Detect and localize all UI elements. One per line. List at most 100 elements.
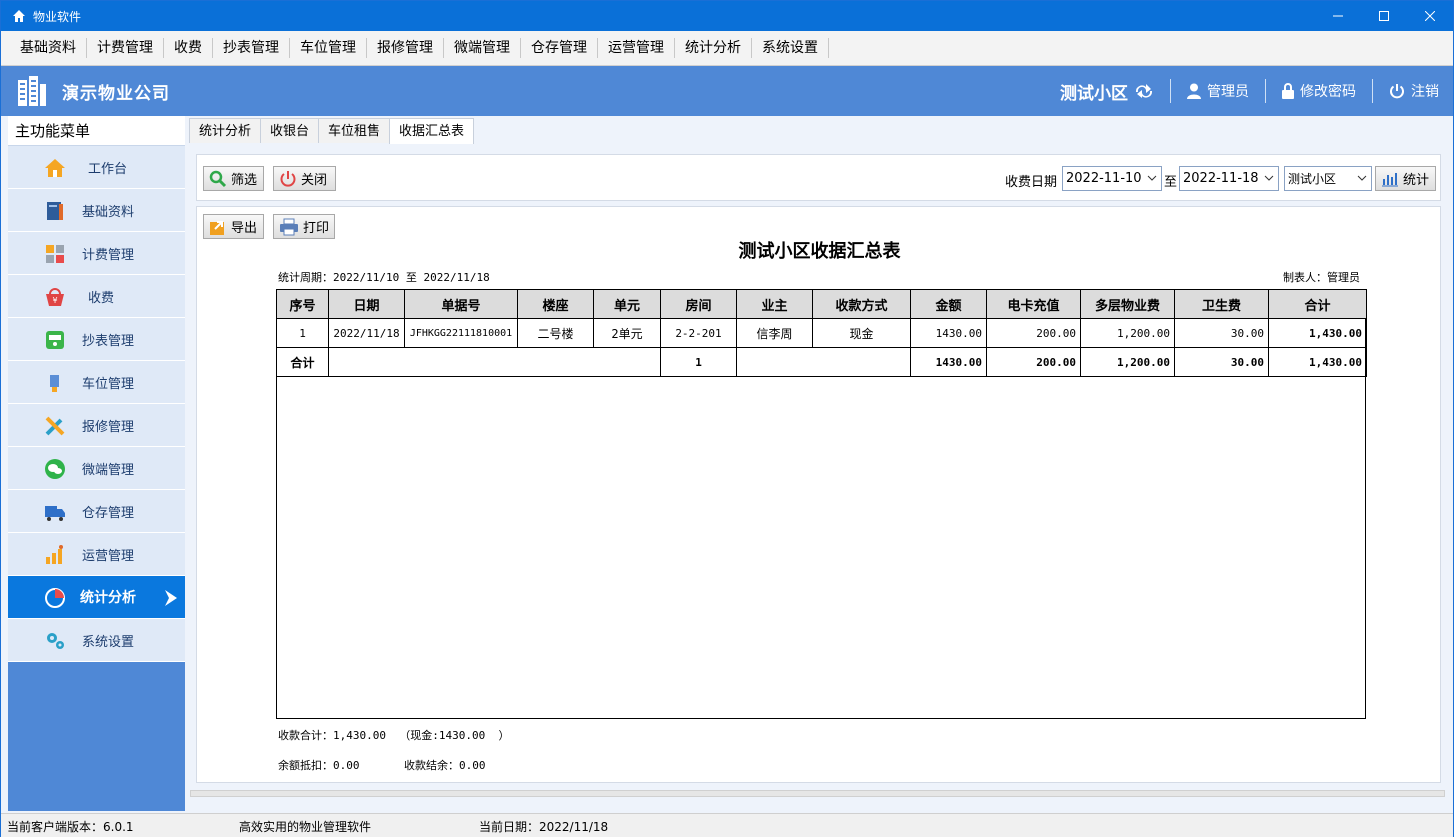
app-window: 物业软件 基础资料 计费管理 收费 抄表管理 车位管理 报修管理 微端管理 仓存… [0,0,1454,837]
sidebar-item-repair[interactable]: 报修管理 [8,404,185,447]
sidebar-item-parking[interactable]: 车位管理 [8,361,185,404]
receipt-table: 序号 日期 单据号 楼座 单元 房间 业主 收款方式 金额 电卡充值 多层物业费… [276,289,1367,377]
filter-button[interactable]: 筛选 [203,166,264,191]
export-label: 导出 [231,221,258,236]
chevron-down-icon [1147,175,1157,181]
tab-strip: 统计分析 收银台 车位租售 收据汇总表 [189,118,475,144]
date-to-value: 2022-11-18 [1183,171,1259,186]
date-to-picker[interactable]: 2022-11-18 [1179,166,1279,191]
sum-empty [328,347,661,377]
tab-receipt-summary[interactable]: 收据汇总表 [389,118,475,144]
col-total: 合计 [1268,289,1367,319]
sidebar-item-operations[interactable]: 运营管理 [8,533,185,576]
col-amount: 金额 [910,289,987,319]
growth-icon [46,545,63,564]
change-password-link[interactable]: 修改密码 [1282,81,1356,101]
table-sum-row: 合计 1 1430.00 200.00 1,200.00 30.00 1,430… [276,347,1367,377]
power-icon [280,170,296,187]
tab-cashier[interactable]: 收银台 [260,118,320,143]
minimize-button[interactable] [1315,1,1361,31]
close-label: 关闭 [301,173,328,188]
menu-item-basic[interactable]: 基础资料 [10,38,87,58]
report-title: 测试小区收据汇总表 [738,241,901,262]
print-button[interactable]: 打印 [273,214,335,239]
community-switch[interactable]: 测试小区 [1060,79,1154,104]
col-doc: 单据号 [404,289,518,319]
sidebar-item-warehouse[interactable]: 仓存管理 [8,490,185,533]
sidebar-item-charge[interactable]: ¥ 收费 [8,275,185,318]
lock-icon [1282,83,1294,99]
menu-item-parking[interactable]: 车位管理 [290,38,367,58]
stats-button[interactable]: 统计 [1375,166,1436,191]
menu-item-settings[interactable]: 系统设置 [752,38,829,58]
switch-arrows-icon [1135,84,1153,98]
sidebar-title: 主功能菜单 [8,116,185,146]
menu-item-meter[interactable]: 抄表管理 [213,38,290,58]
sidebar-item-basic[interactable]: 基础资料 [8,189,185,232]
date-from-picker[interactable]: 2022-11-10 [1062,166,1162,191]
close-button[interactable]: 关闭 [273,166,336,191]
receipt-balance: 收款结余：0.00 [404,759,486,772]
status-bar: 当前客户端版本：6.0.1 高效实用的物业管理软件 当前日期：2022/11/1… [1,813,1453,837]
menu-item-statistics[interactable]: 统计分析 [675,38,752,58]
cell-card: 200.00 [986,318,1081,348]
date-from-value: 2022-11-10 [1066,171,1142,186]
col-method: 收款方式 [812,289,911,319]
user-icon [1187,83,1201,99]
export-button[interactable]: 导出 [203,214,264,239]
tools-icon [45,416,65,436]
sum-count: 1 [660,347,737,377]
close-window-button[interactable] [1407,1,1453,31]
tab-statistics[interactable]: 统计分析 [189,118,262,143]
tab-parking-sales[interactable]: 车位租售 [318,118,391,143]
chevron-right-icon [165,590,177,606]
logout-link[interactable]: 注销 [1389,81,1439,101]
menu-item-warehouse[interactable]: 仓存管理 [521,38,598,58]
filter-label: 筛选 [231,173,258,188]
table-row[interactable]: 1 2022/11/18 JFHKGG22111810001 二号楼 2单元 2… [276,318,1367,348]
menu-item-charge[interactable]: 收费 [164,38,213,58]
report-maker: 制表人：管理员 [1283,271,1360,284]
bar-chart-icon [1382,172,1398,186]
col-sanitation: 卫生费 [1174,289,1269,319]
date-label: 收费日期 [1005,175,1058,190]
current-date: 当前日期：2022/11/18 [479,820,609,834]
printer-icon [280,218,298,235]
menu-item-operations[interactable]: 运营管理 [598,38,675,58]
menu-item-billing[interactable]: 计费管理 [87,38,164,58]
menu-bar: 基础资料 计费管理 收费 抄表管理 车位管理 报修管理 微端管理 仓存管理 运营… [1,31,1453,66]
sidebar-item-micro[interactable]: 微端管理 [8,447,185,490]
basket-icon: ¥ [46,288,64,306]
sidebar-item-workbench[interactable]: 工作台 [8,146,185,189]
meter-icon [46,331,64,349]
col-room: 房间 [660,289,737,319]
community-select[interactable]: 测试小区 [1284,166,1372,191]
search-icon [209,170,227,187]
company-name: 演示物业公司 [62,83,170,104]
pie-chart-icon [45,588,65,608]
maximize-icon [1379,11,1389,21]
app-header: 演示物业公司 测试小区 管理员 修改密码 注销 [1,66,1453,116]
sum-total: 1,430.00 [1268,347,1367,377]
maximize-button[interactable] [1361,1,1407,31]
col-building: 楼座 [517,289,594,319]
cell-amount: 1430.00 [910,318,987,348]
community-name: 测试小区 [1060,83,1128,104]
sidebar: 主功能菜单 工作台 基础资料 计费管理 ¥ 收费 抄表管理 车位管理 报修管理 [8,116,185,811]
sidebar-item-settings[interactable]: 系统设置 [8,619,185,662]
title-bar: 物业软件 [1,1,1453,31]
cell-owner: 信李周 [736,318,813,348]
sidebar-item-meter[interactable]: 抄表管理 [8,318,185,361]
sidebar-item-billing[interactable]: 计费管理 [8,232,185,275]
wechat-icon [45,459,65,479]
horizontal-scrollbar[interactable] [190,790,1445,797]
power-icon [1390,84,1404,99]
sum-empty-2 [736,347,911,377]
gears-icon [47,633,64,649]
menu-item-repair[interactable]: 报修管理 [367,38,444,58]
menu-item-micro[interactable]: 微端管理 [444,38,521,58]
balance-deduction: 余额抵扣：0.00 [278,759,360,772]
sum-fee: 1,200.00 [1080,347,1175,377]
user-menu[interactable]: 管理员 [1187,81,1249,101]
sidebar-item-statistics[interactable]: 统计分析 [8,576,185,619]
